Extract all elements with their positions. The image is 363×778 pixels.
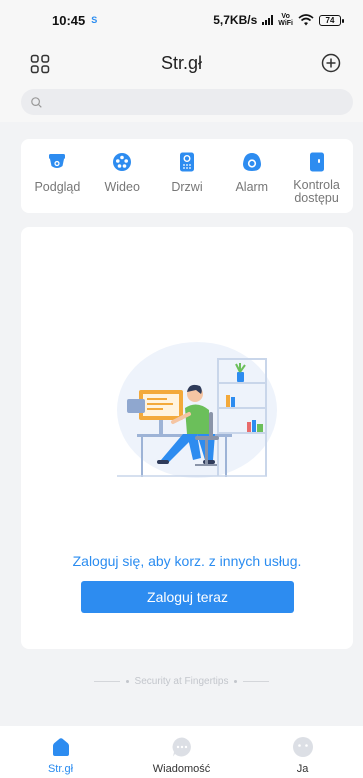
login-card: Zaloguj się, aby korz. z innych usług. Z… [21, 227, 353, 649]
battery-icon: 74 [319, 14, 344, 26]
status-time: 10:45 [52, 12, 86, 28]
message-icon [172, 737, 191, 757]
nav-item-messages[interactable]: Wiadomość [121, 726, 242, 778]
divider [93, 681, 120, 682]
search-input[interactable] [48, 95, 353, 109]
login-prompt: Zaloguj się, aby korz. z innych usług. [72, 553, 302, 569]
profile-icon [292, 737, 313, 757]
volte-icon: Vo WiFi [278, 13, 293, 27]
quick-action-label: Podgląd [34, 180, 81, 194]
nav-item-me[interactable]: Ja [242, 726, 363, 778]
login-now-button[interactable]: Zaloguj teraz [81, 581, 294, 613]
video-reel-icon [111, 151, 133, 173]
tagline-text: Security at Fingertips [134, 676, 229, 687]
header: Str.gł [0, 40, 363, 122]
status-left: 10:45 S [52, 13, 97, 28]
dot [234, 680, 238, 683]
status-right: 5,7KB/s Vo WiFi 74 [213, 13, 344, 27]
person-at-desk-illustration [117, 342, 277, 478]
s-badge-icon: S [91, 15, 98, 25]
door-intercom-icon [176, 151, 198, 173]
quick-action-drzwi[interactable]: Drzwi [156, 151, 218, 194]
network-speed: 5,7KB/s [213, 13, 258, 27]
status-bar: 10:45 S 5,7KB/s Vo WiFi 74 [0, 0, 363, 40]
search-icon [31, 96, 42, 108]
quick-action-wideo[interactable]: Wideo [91, 151, 153, 194]
quick-action-kontrola-dostepu[interactable]: Kontrola dostępu [286, 151, 348, 205]
tagline: Security at Fingertips [0, 676, 363, 687]
nav-label: Ja [296, 763, 309, 775]
quick-action-podglad[interactable]: Podgląd [26, 151, 88, 194]
quick-action-label: Kontrola dostępu [293, 178, 340, 205]
quick-actions-card: Podgląd Wideo Drzwi Alarm Kontrola dostę… [21, 139, 353, 213]
nav-label: Str.gł [47, 763, 74, 775]
quick-action-label: Wideo [104, 180, 140, 194]
dot [125, 680, 129, 683]
page-title: Str.gł [160, 53, 203, 73]
signal-icon [262, 15, 274, 25]
camera-icon [46, 151, 68, 173]
home-icon [52, 738, 69, 756]
add-circle-icon[interactable] [321, 53, 341, 73]
bottom-nav: Str.gł Wiadomość Ja [0, 726, 363, 778]
access-control-icon [306, 151, 328, 173]
nav-label: Wiadomość [152, 763, 211, 775]
quick-action-alarm[interactable]: Alarm [221, 151, 283, 194]
nav-item-home[interactable]: Str.gł [0, 726, 121, 778]
alarm-icon [241, 151, 263, 173]
search-bar[interactable] [21, 89, 353, 115]
wifi-icon [298, 14, 314, 26]
quick-action-label: Alarm [235, 180, 269, 194]
quick-action-label: Drzwi [171, 180, 203, 194]
divider [243, 681, 270, 682]
